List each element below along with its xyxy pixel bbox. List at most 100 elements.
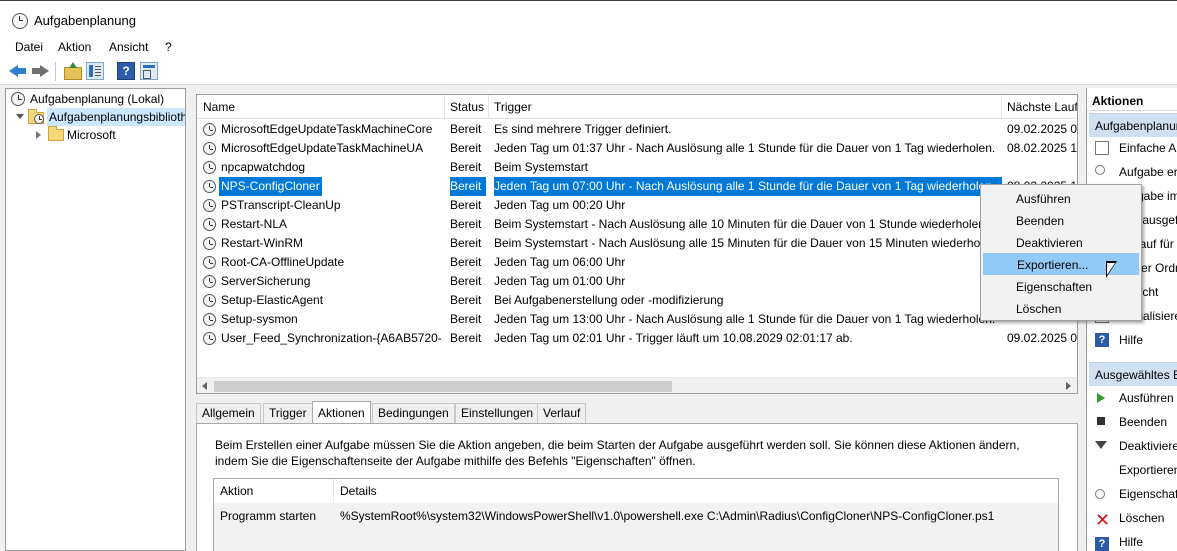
scroll-right-icon[interactable] [1066, 382, 1071, 390]
task-name: MicrosoftEdgeUpdateTaskMachineCore [221, 122, 433, 136]
table-row[interactable]: Setup-ElasticAgent Bereit Bei Aufgabenerst… [197, 291, 1077, 310]
ctx-beenden[interactable]: Beenden [983, 210, 1139, 232]
selected-action-item[interactable]: Ausführen [1119, 388, 1174, 408]
horizontal-scrollbar[interactable] [197, 377, 1077, 393]
detail-tabs: Allgemein Trigger Aktionen Bedingungen E… [196, 401, 1078, 424]
library-action-item[interactable]: Aufgabe erstellen... [1119, 162, 1177, 182]
chevron-down-icon[interactable] [16, 114, 24, 119]
menu-datei[interactable]: Datei [15, 40, 43, 54]
tree-item-microsoft[interactable]: Microsoft [36, 126, 185, 144]
table-row[interactable]: Setup-sysmon Bereit Jeden Tag um 13:00 Uhr… [197, 310, 1077, 329]
tab-allgemein[interactable]: Allgemein [196, 403, 261, 423]
task-scheduler-icon [12, 13, 28, 29]
task-status: Bereit [450, 217, 482, 231]
task-clock-icon [203, 294, 216, 307]
action-pane-icon[interactable] [140, 62, 158, 80]
selected-action-item[interactable]: Beenden [1119, 412, 1167, 432]
table-row[interactable]: MicrosoftEdgeUpdateTaskMachineCore Bereit… [197, 120, 1077, 139]
task-trigger: Jeden Tag um 13:00 Uhr - Nach Auslösung … [494, 312, 996, 326]
section-selected-item[interactable]: Ausgewähltes Element [1089, 362, 1177, 386]
column-trigger[interactable]: Trigger [494, 100, 532, 114]
clock-icon [11, 92, 25, 106]
selected-action-item[interactable]: Eigenschaften [1119, 484, 1177, 504]
table-row[interactable]: Restart-NLA Bereit Beim Systemstart - Nach… [197, 215, 1077, 234]
task-clock-icon [203, 161, 216, 174]
action-row[interactable]: Programm starten %SystemRoot%\system32\W… [214, 503, 1058, 551]
selected-action-item[interactable]: Deaktivieren [1119, 436, 1177, 456]
table-row[interactable]: NPS-ConfigCloner Bereit Jeden Tag um 07:00… [197, 177, 1077, 196]
selected-action-item[interactable]: Hilfe [1119, 532, 1143, 551]
table-row[interactable]: User_Feed_Synchronization-{A6AB5720-... B… [197, 329, 1077, 348]
tab-verlauf[interactable]: Verlauf [537, 403, 587, 423]
table-row[interactable]: Restart-WinRM Bereit Beim Systemstart - Na… [197, 234, 1077, 253]
table-row[interactable]: PSTranscript-CleanUp Bereit Jeden Tag um 0… [197, 196, 1077, 215]
task-status: Bereit [450, 255, 482, 269]
task-status: Bereit [450, 293, 482, 307]
tab-trigger[interactable]: Trigger [263, 403, 313, 423]
selected-action-item[interactable]: Exportieren... [1119, 460, 1177, 480]
action-icon [1095, 141, 1109, 155]
tree-item-root[interactable]: Aufgabenplanung (Lokal) [11, 90, 185, 108]
menu-ansicht[interactable]: Ansicht [109, 40, 148, 54]
task-clock-icon [203, 218, 216, 231]
action-details: %SystemRoot%\system32\WindowsPowerShell\… [340, 509, 995, 523]
task-trigger: Beim Systemstart [494, 160, 589, 174]
tab-einstellungen[interactable]: Einstellungen [455, 403, 540, 423]
task-name: Restart-WinRM [221, 236, 304, 250]
task-clock-icon [203, 256, 216, 269]
column-details[interactable]: Details [340, 479, 377, 503]
stop-icon [1097, 417, 1105, 425]
task-trigger: Jeden Tag um 01:37 Uhr - Nach Auslösung … [494, 141, 996, 155]
column-next-run[interactable]: Nächste Laufzeit [1007, 100, 1077, 114]
task-list-header: Name Status Trigger Nächste Laufzeit [197, 95, 1077, 119]
back-arrow-icon[interactable] [9, 62, 27, 80]
task-clock-icon [203, 237, 216, 250]
table-row[interactable]: ServerSicherung Bereit Jeden Tag um 01:00 … [197, 272, 1077, 291]
show-tree-icon[interactable] [86, 62, 104, 80]
toolbar: ? [0, 58, 1177, 85]
scroll-left-icon[interactable] [202, 382, 207, 390]
library-action-item[interactable]: Hilfe [1119, 330, 1143, 350]
task-name: Setup-sysmon [221, 312, 298, 326]
tab-bedingungen[interactable]: Bedingungen [372, 403, 455, 423]
folder-clock-icon [28, 109, 46, 124]
task-status: Bereit [450, 312, 482, 326]
action-icon [1095, 165, 1105, 175]
task-clock-icon [203, 332, 216, 345]
ctx-loeschen[interactable]: Löschen [983, 298, 1139, 320]
task-status: Bereit [450, 160, 482, 174]
action-type: Programm starten [220, 509, 317, 523]
table-row[interactable]: MicrosoftEdgeUpdateTaskMachineUA Bereit Je… [197, 139, 1077, 158]
ctx-deaktivieren[interactable]: Deaktivieren [983, 232, 1139, 254]
menu-aktion[interactable]: Aktion [58, 40, 91, 54]
ctx-eigenschaften[interactable]: Eigenschaften [983, 276, 1139, 298]
scrollbar-thumb[interactable] [214, 381, 672, 392]
column-aktion[interactable]: Aktion [220, 479, 253, 503]
task-status: Bereit [450, 122, 482, 136]
selected-action-item[interactable]: Löschen [1119, 508, 1164, 528]
up-folder-icon[interactable] [63, 62, 82, 80]
library-action-item[interactable]: Einfache Aufgabe erstellen... [1119, 138, 1177, 158]
task-status: Bereit [450, 141, 482, 155]
task-name: Setup-ElasticAgent [221, 293, 324, 307]
column-status[interactable]: Status [450, 100, 484, 114]
table-row[interactable]: npcapwatchdog Bereit Beim Systemstart [197, 158, 1077, 177]
task-status: Bereit [450, 177, 486, 196]
table-row[interactable]: Root-CA-OfflineUpdate Bereit Jeden Tag um … [197, 253, 1077, 272]
column-name[interactable]: Name [203, 100, 235, 114]
tab-aktionen[interactable]: Aktionen [312, 401, 371, 424]
help-icon[interactable]: ? [117, 62, 135, 80]
menu-help[interactable]: ? [165, 40, 172, 54]
forward-arrow-icon[interactable] [32, 62, 50, 80]
tree-item-library[interactable]: Aufgabenplanungsbibliothek [16, 108, 185, 126]
task-name: MicrosoftEdgeUpdateTaskMachineUA [221, 141, 424, 155]
task-status: Bereit [450, 236, 482, 250]
title-bar: Aufgabenplanung [0, 0, 1177, 38]
chevron-right-icon[interactable] [36, 131, 41, 139]
task-trigger: Beim Systemstart - Nach Auslösung alle 1… [494, 217, 989, 231]
folder-icon [48, 126, 64, 141]
center-pane: Name Status Trigger Nächste Laufzeit Mic… [190, 88, 1081, 551]
section-library[interactable]: Aufgabenplanungsbibliothek [1089, 113, 1177, 137]
ctx-ausfuehren[interactable]: Ausführen [983, 188, 1139, 210]
task-clock-icon [203, 313, 216, 326]
